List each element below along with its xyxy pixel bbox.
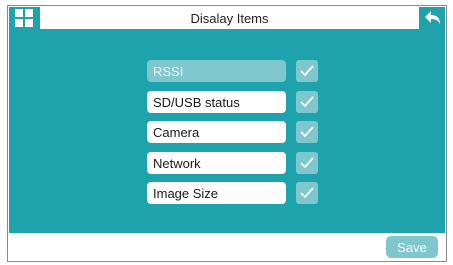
page-title-bar: Disalay Items (40, 7, 419, 29)
checkbox-camera[interactable] (296, 121, 318, 143)
item-label-network[interactable]: Network (147, 152, 286, 174)
footer-bar: Save (9, 233, 445, 261)
item-label-text: Image Size (153, 185, 219, 201)
item-label-rssi[interactable]: RSSI (147, 60, 286, 82)
back-arrow-icon (425, 11, 440, 24)
checkbox-sd-usb-status[interactable] (296, 91, 318, 113)
item-row-image-size: Image Size (147, 182, 327, 204)
item-row-rssi: RSSI (147, 60, 327, 82)
item-label-sd-usb-status[interactable]: SD/USB status (147, 91, 286, 113)
grid-icon (15, 9, 33, 27)
checkmark-icon (300, 126, 314, 138)
app-frame: Disalay Items RSSI SD/USB status Camera … (7, 5, 447, 262)
item-label-text: RSSI (153, 63, 184, 79)
item-label-text: Camera (153, 124, 200, 140)
checkbox-image-size[interactable] (296, 182, 318, 204)
checkbox-rssi[interactable] (296, 60, 318, 82)
item-label-camera[interactable]: Camera (147, 121, 286, 143)
checkmark-icon (300, 65, 314, 77)
checkmark-icon (300, 187, 314, 199)
checkmark-icon (300, 96, 314, 108)
checkmark-icon (300, 157, 314, 169)
item-row-sd-usb-status: SD/USB status (147, 91, 327, 113)
page-title: Disalay Items (190, 10, 269, 26)
item-label-image-size[interactable]: Image Size (147, 182, 286, 204)
item-row-network: Network (147, 152, 327, 174)
save-button[interactable]: Save (386, 236, 438, 258)
item-label-text: Network (153, 155, 201, 171)
menu-button[interactable] (11, 8, 37, 28)
back-button[interactable] (421, 7, 445, 29)
item-label-text: SD/USB status (153, 94, 240, 110)
header-bar: Disalay Items (9, 7, 445, 29)
item-row-camera: Camera (147, 121, 327, 143)
content-area: Disalay Items RSSI SD/USB status Camera … (9, 7, 445, 233)
checkbox-network[interactable] (296, 152, 318, 174)
